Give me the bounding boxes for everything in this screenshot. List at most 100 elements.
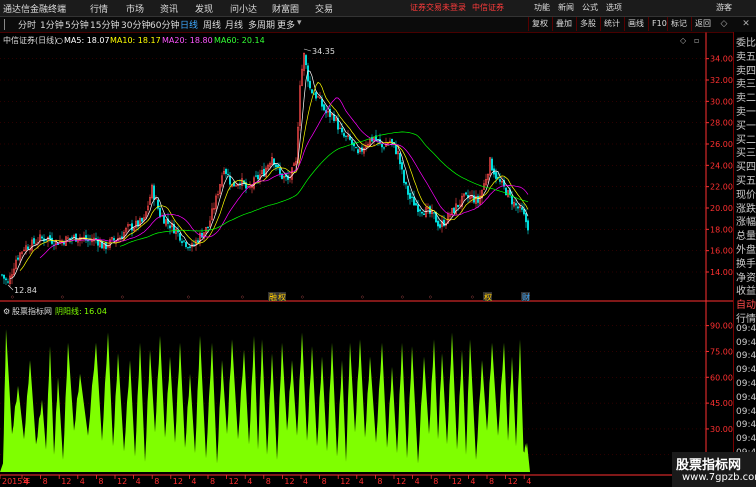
guest-label[interactable]: 游客 bbox=[716, 2, 732, 13]
tool-back[interactable]: 返回 bbox=[691, 17, 714, 31]
event-label-4[interactable]: 财 bbox=[522, 292, 530, 302]
indicator-gear-icon[interactable]: ⚙ bbox=[3, 307, 10, 316]
menu-info[interactable]: 新闻 bbox=[558, 2, 574, 13]
event-marker-icon[interactable]: ◦ bbox=[186, 293, 191, 302]
candle-body bbox=[495, 172, 498, 179]
candle-body bbox=[254, 175, 257, 177]
candle-body bbox=[465, 192, 468, 195]
quote-panel-item: 09:47 bbox=[736, 337, 756, 348]
event-label-1[interactable]: 融 bbox=[269, 292, 277, 302]
menu-ask[interactable]: 问小达 bbox=[230, 2, 257, 15]
event-label-3[interactable]: 权 bbox=[484, 292, 492, 302]
tool-draw-line[interactable]: 画线 bbox=[624, 17, 647, 31]
tab-weekly[interactable]: 周线 bbox=[203, 18, 221, 31]
time-tick-label: 8 bbox=[489, 477, 494, 486]
menu-trade[interactable]: 交易 bbox=[315, 2, 333, 15]
tab-daily[interactable]: 日线 bbox=[180, 18, 198, 31]
zoom-icon[interactable]: ▫ bbox=[694, 36, 699, 45]
candle-body bbox=[277, 164, 280, 168]
candle-body bbox=[311, 89, 314, 94]
time-tick-label: 12 bbox=[229, 477, 239, 486]
tool-adjust[interactable]: 复权 bbox=[528, 17, 551, 31]
menu-formula[interactable]: 公式 bbox=[582, 2, 598, 13]
candle-body bbox=[417, 204, 420, 212]
time-tick-label: 8 bbox=[43, 477, 48, 486]
time-tick-label: 12 bbox=[508, 477, 518, 486]
watermark-url: www.7gpzb.com bbox=[682, 472, 756, 483]
quote-panel-item: 买二 bbox=[736, 134, 756, 146]
tool-statistics[interactable]: 统计 bbox=[600, 17, 623, 31]
event-label-2[interactable]: 权 bbox=[278, 292, 286, 302]
tab-15min[interactable]: 15分钟 bbox=[90, 18, 119, 31]
event-marker-icon[interactable]: ◦ bbox=[360, 293, 365, 302]
candle-body bbox=[94, 238, 97, 240]
candle-body bbox=[429, 206, 432, 214]
tab-5min[interactable]: 5分钟 bbox=[65, 18, 89, 31]
candle-body bbox=[383, 147, 386, 149]
event-marker-icon[interactable]: ◦ bbox=[10, 293, 15, 302]
candle-body bbox=[168, 225, 171, 229]
menu-market[interactable]: 市场 bbox=[126, 2, 144, 15]
quote-panel-item: 收益 bbox=[736, 286, 756, 298]
y-tick-label: 14.00 bbox=[710, 268, 733, 277]
tab-30min[interactable]: 30分钟 bbox=[121, 18, 150, 31]
close-icon[interactable]: ✕ bbox=[740, 17, 752, 31]
event-marker-icon[interactable]: ◦ bbox=[240, 293, 245, 302]
time-tick-label: 4 bbox=[191, 477, 196, 486]
tab-multi-period[interactable]: 多周期 bbox=[248, 18, 275, 31]
time-tick-label: 4 bbox=[470, 477, 475, 486]
candle-body bbox=[112, 238, 115, 241]
broker-name[interactable]: 中信证券 bbox=[472, 2, 504, 13]
quote-panel-item: 换手 bbox=[736, 258, 756, 270]
menu-bar: 通达信金融终端 行情 市场 资讯 发现 问小达 财富圈 交易 证券交易未登录 中… bbox=[0, 0, 756, 17]
time-tick-label: 4 bbox=[136, 477, 141, 486]
quote-panel-item: 09:47 bbox=[736, 379, 756, 389]
tool-multi-stock[interactable]: 多股 bbox=[576, 17, 599, 31]
y-tick-label: 32.00 bbox=[710, 76, 733, 85]
tab-time-share[interactable]: 分时 bbox=[18, 18, 36, 31]
time-tick-label: 4 bbox=[526, 477, 531, 486]
tool-overlay[interactable]: 叠加 bbox=[552, 17, 575, 31]
event-marker-icon[interactable]: ◦ bbox=[428, 293, 433, 302]
candle-body bbox=[345, 135, 348, 137]
candle-body bbox=[477, 195, 480, 203]
tab-more[interactable]: 更多 bbox=[277, 18, 295, 31]
tab-monthly[interactable]: 月线 bbox=[225, 18, 243, 31]
y-tick-label: 26.00 bbox=[710, 140, 733, 149]
quote-panel-item: 09:47 bbox=[736, 351, 756, 362]
period-toolbar: 分时 1分钟 5分钟 15分钟 30分钟 60分钟 日线 周线 月线 多周期 更… bbox=[0, 17, 756, 33]
restore-icon[interactable]: ◇ bbox=[718, 17, 730, 31]
event-marker-icon[interactable]: ◦ bbox=[60, 293, 65, 302]
event-marker-icon[interactable]: ◦ bbox=[120, 293, 125, 302]
tab-1min[interactable]: 1分钟 bbox=[40, 18, 64, 31]
more-chevron-icon[interactable]: ▾ bbox=[297, 18, 302, 28]
expand-icon[interactable]: ◇ bbox=[680, 36, 687, 45]
menu-discover[interactable]: 发现 bbox=[195, 2, 213, 15]
indicator-y-tick-label: 60.00 bbox=[710, 373, 733, 382]
tab-60min[interactable]: 60分钟 bbox=[150, 18, 179, 31]
candle-body bbox=[421, 211, 424, 214]
menu-news[interactable]: 资讯 bbox=[160, 2, 178, 15]
candle-body bbox=[413, 196, 416, 206]
tool-mark[interactable]: 标记 bbox=[667, 17, 690, 31]
ma-series bbox=[9, 70, 529, 279]
candle-body bbox=[130, 223, 133, 231]
event-marker-icon[interactable]: ◦ bbox=[300, 293, 305, 302]
menu-options[interactable]: 选项 bbox=[606, 2, 622, 13]
candle-body bbox=[409, 192, 412, 199]
indicator-area bbox=[0, 329, 530, 472]
event-marker-icon[interactable]: ◦ bbox=[470, 293, 475, 302]
menu-quotes[interactable]: 行情 bbox=[90, 2, 108, 15]
candle-body bbox=[343, 133, 346, 137]
candle-body bbox=[341, 127, 344, 133]
quote-panel-item[interactable]: 自动 bbox=[736, 296, 756, 311]
y-tick-label: 28.00 bbox=[710, 119, 733, 128]
candle-body bbox=[1, 274, 4, 276]
event-marker-icon[interactable]: ◦ bbox=[400, 293, 405, 302]
login-status[interactable]: 证券交易未登录 bbox=[410, 2, 466, 13]
time-tick-label: 8 bbox=[210, 477, 215, 486]
menu-function[interactable]: 功能 bbox=[534, 2, 550, 13]
kline-chart[interactable]: 中信证券(日线) ○ MA5: 18.07 MA10: 18.17 MA20: … bbox=[0, 32, 733, 487]
menu-wealth[interactable]: 财富圈 bbox=[272, 2, 299, 15]
indicator-y-tick-label: 45.00 bbox=[710, 399, 733, 408]
